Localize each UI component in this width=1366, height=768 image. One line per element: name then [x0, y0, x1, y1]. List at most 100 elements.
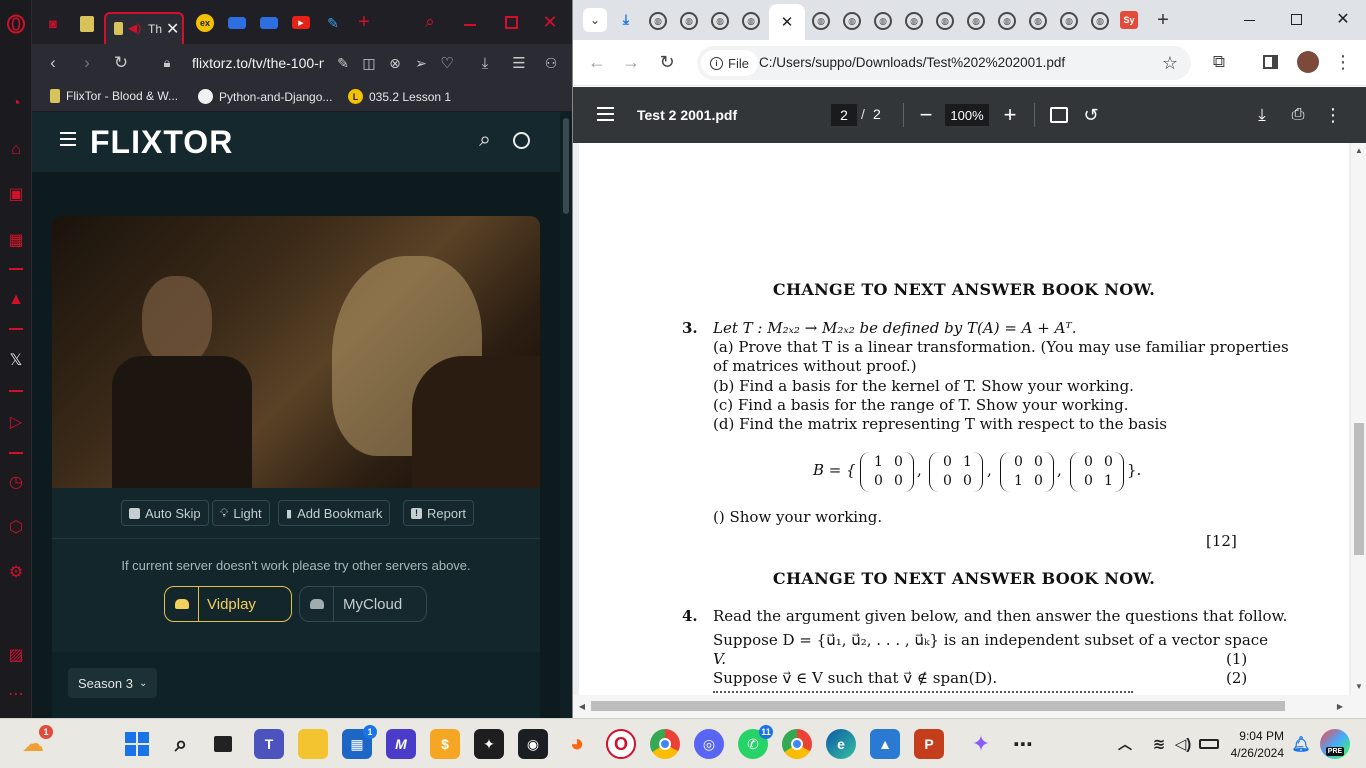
- globe-tab-icon[interactable]: ◍: [680, 12, 698, 30]
- globe-tab-icon[interactable]: ◍: [998, 12, 1016, 30]
- add-bookmark-button[interactable]: ▮ Add Bookmark: [278, 500, 391, 526]
- shopping-bag-icon[interactable]: ⌂: [4, 138, 28, 162]
- chrome-menu-icon[interactable]: ⋮: [1333, 50, 1353, 74]
- download-icon[interactable]: ⤓: [472, 50, 498, 76]
- page-scrollbar[interactable]: [560, 112, 572, 718]
- reload-icon[interactable]: ↻: [108, 50, 134, 76]
- chrome-active-tab[interactable]: ✕: [769, 4, 805, 40]
- clock-date[interactable]: 4/26/2024: [1220, 746, 1284, 760]
- globe-tab-icon[interactable]: ◍: [711, 12, 729, 30]
- tab-search-dropdown-icon[interactable]: ⌄: [583, 8, 607, 32]
- extensions-icon[interactable]: ⧉: [1207, 50, 1231, 74]
- globe-tab-icon[interactable]: ◍: [812, 12, 830, 30]
- minimize-icon[interactable]: [1244, 20, 1255, 21]
- camera-icon[interactable]: ◫: [356, 50, 382, 76]
- server-mycloud-button[interactable]: MyCloud: [299, 586, 427, 622]
- file-explorer-icon[interactable]: [298, 729, 328, 759]
- light-button[interactable]: 💡︎ Light: [212, 500, 270, 526]
- weather-widget-icon[interactable]: ☁ 1: [18, 725, 53, 759]
- history-icon[interactable]: ◷: [4, 470, 28, 494]
- edge-icon[interactable]: e: [826, 729, 856, 759]
- scrollbar-thumb[interactable]: [591, 701, 1285, 711]
- site-search-icon[interactable]: ⌕: [473, 128, 497, 152]
- opera-taskbar-icon[interactable]: O: [606, 729, 636, 759]
- preview-build-icon[interactable]: PRE: [1320, 729, 1350, 759]
- side-panel-icon[interactable]: [1263, 55, 1278, 69]
- github-desktop-icon[interactable]: ◉: [518, 729, 548, 759]
- opera-logo-icon[interactable]: [4, 12, 28, 36]
- server-vidplay-button[interactable]: Vidplay: [164, 586, 292, 622]
- forward-icon[interactable]: ›: [74, 50, 100, 76]
- close-window-icon[interactable]: ✕: [1333, 9, 1353, 29]
- ex-favicon-icon[interactable]: ex: [196, 14, 214, 32]
- scrollbar-thumb[interactable]: [563, 118, 569, 214]
- scroll-right-icon[interactable]: ▶: [1335, 701, 1345, 711]
- heart-icon[interactable]: ♡: [434, 50, 460, 76]
- clock-time[interactable]: 9:04 PM: [1228, 729, 1284, 743]
- page-number-input[interactable]: 2: [831, 104, 857, 126]
- discord-icon[interactable]: ◎: [694, 729, 724, 759]
- powerpoint-icon[interactable]: P: [914, 729, 944, 759]
- report-button[interactable]: ! Report: [403, 500, 475, 526]
- profile-avatar[interactable]: [1297, 51, 1319, 73]
- zoom-favicon-icon-2[interactable]: [260, 17, 278, 29]
- extensions-cube-icon[interactable]: ⬡: [4, 515, 28, 539]
- tab-favicon-icon[interactable]: [80, 16, 94, 32]
- scroll-left-icon[interactable]: ◀: [577, 701, 587, 711]
- globe-tab-icon[interactable]: ◍: [1060, 12, 1078, 30]
- store-icon[interactable]: ▦ 1: [342, 725, 377, 759]
- zoom-level-input[interactable]: 100%: [945, 104, 989, 126]
- chrome-url-field[interactable]: C:/Users/suppo/Downloads/Test%202%202001…: [759, 55, 1065, 70]
- pdf-vertical-scrollbar[interactable]: ▲ ▼: [1351, 143, 1366, 695]
- more-apps-icon[interactable]: ⋯: [1008, 729, 1038, 759]
- block-icon[interactable]: ⊗: [382, 50, 408, 76]
- pdf-download-icon[interactable]: ⤓: [1251, 103, 1273, 127]
- zoom-in-icon[interactable]: +: [999, 102, 1021, 127]
- teams-icon[interactable]: T: [254, 729, 284, 759]
- photos-icon[interactable]: ▲: [870, 729, 900, 759]
- vs-icon[interactable]: M: [386, 729, 416, 759]
- minimize-icon[interactable]: [464, 24, 476, 26]
- close-tab-icon[interactable]: ✕: [166, 19, 179, 39]
- auto-skip-button[interactable]: Auto Skip: [121, 500, 209, 526]
- fit-page-icon[interactable]: [1050, 107, 1068, 123]
- bookmark-lesson[interactable]: L 035.2 Lesson 1: [348, 89, 451, 104]
- globe-tab-icon[interactable]: ◍: [874, 12, 892, 30]
- bookmark-flixtor[interactable]: FlixTor - Blood & W...: [50, 89, 178, 103]
- speaker-icon[interactable]: ◀): [128, 21, 141, 35]
- firefox-icon[interactable]: ◕: [562, 729, 592, 759]
- globe-tab-icon[interactable]: ◍: [1091, 12, 1109, 30]
- twitch-icon[interactable]: ▣: [4, 182, 28, 206]
- omnibox[interactable]: i File C:/Users/suppo/Downloads/Test%202…: [697, 46, 1191, 80]
- print-icon[interactable]: ⎙: [1287, 103, 1309, 127]
- profile-icon[interactable]: ⚇: [538, 50, 564, 76]
- edit-icon[interactable]: ✎: [330, 50, 356, 76]
- aria-icon[interactable]: ▲: [4, 288, 28, 312]
- file-chip[interactable]: i File: [701, 50, 758, 76]
- speed-dial-icon[interactable]: ◔: [4, 92, 28, 116]
- site-logo[interactable]: FLIXTOR: [90, 124, 233, 161]
- reload-icon[interactable]: ↻: [655, 50, 679, 74]
- pencil-favicon-icon[interactable]: ✎: [324, 15, 342, 31]
- cpu-icon[interactable]: ▦: [4, 228, 28, 252]
- scroll-down-icon[interactable]: ▼: [1354, 681, 1364, 691]
- app-icon[interactable]: $: [430, 729, 460, 759]
- globe-tab-icon[interactable]: ◍: [742, 12, 760, 30]
- rotate-icon[interactable]: ↺: [1080, 103, 1102, 127]
- globe-tab-icon[interactable]: ◍: [843, 12, 861, 30]
- chrome-taskbar-icon[interactable]: [650, 729, 680, 759]
- pdf-more-icon[interactable]: ⋮: [1323, 103, 1343, 127]
- globe-tab-icon[interactable]: ◍: [967, 12, 985, 30]
- x-twitter-icon[interactable]: 𝕏: [4, 348, 28, 372]
- send-icon[interactable]: ➢: [408, 50, 434, 76]
- opera-active-tab[interactable]: ◀) Th ✕: [104, 12, 184, 44]
- opera-url-field[interactable]: flixtorz.to/tv/the-100-n: [192, 55, 324, 71]
- globe-tab-icon[interactable]: ◍: [649, 12, 667, 30]
- gamepad-icon[interactable]: ◙: [44, 16, 62, 31]
- easy-setup-icon[interactable]: ☰: [506, 50, 532, 76]
- settings-gear-icon[interactable]: ⚙: [4, 560, 28, 584]
- forward-icon[interactable]: →: [619, 50, 643, 74]
- profile-tab-icon[interactable]: Sy: [1120, 11, 1138, 29]
- task-view-icon[interactable]: [208, 729, 238, 759]
- menu-icon[interactable]: [60, 132, 76, 146]
